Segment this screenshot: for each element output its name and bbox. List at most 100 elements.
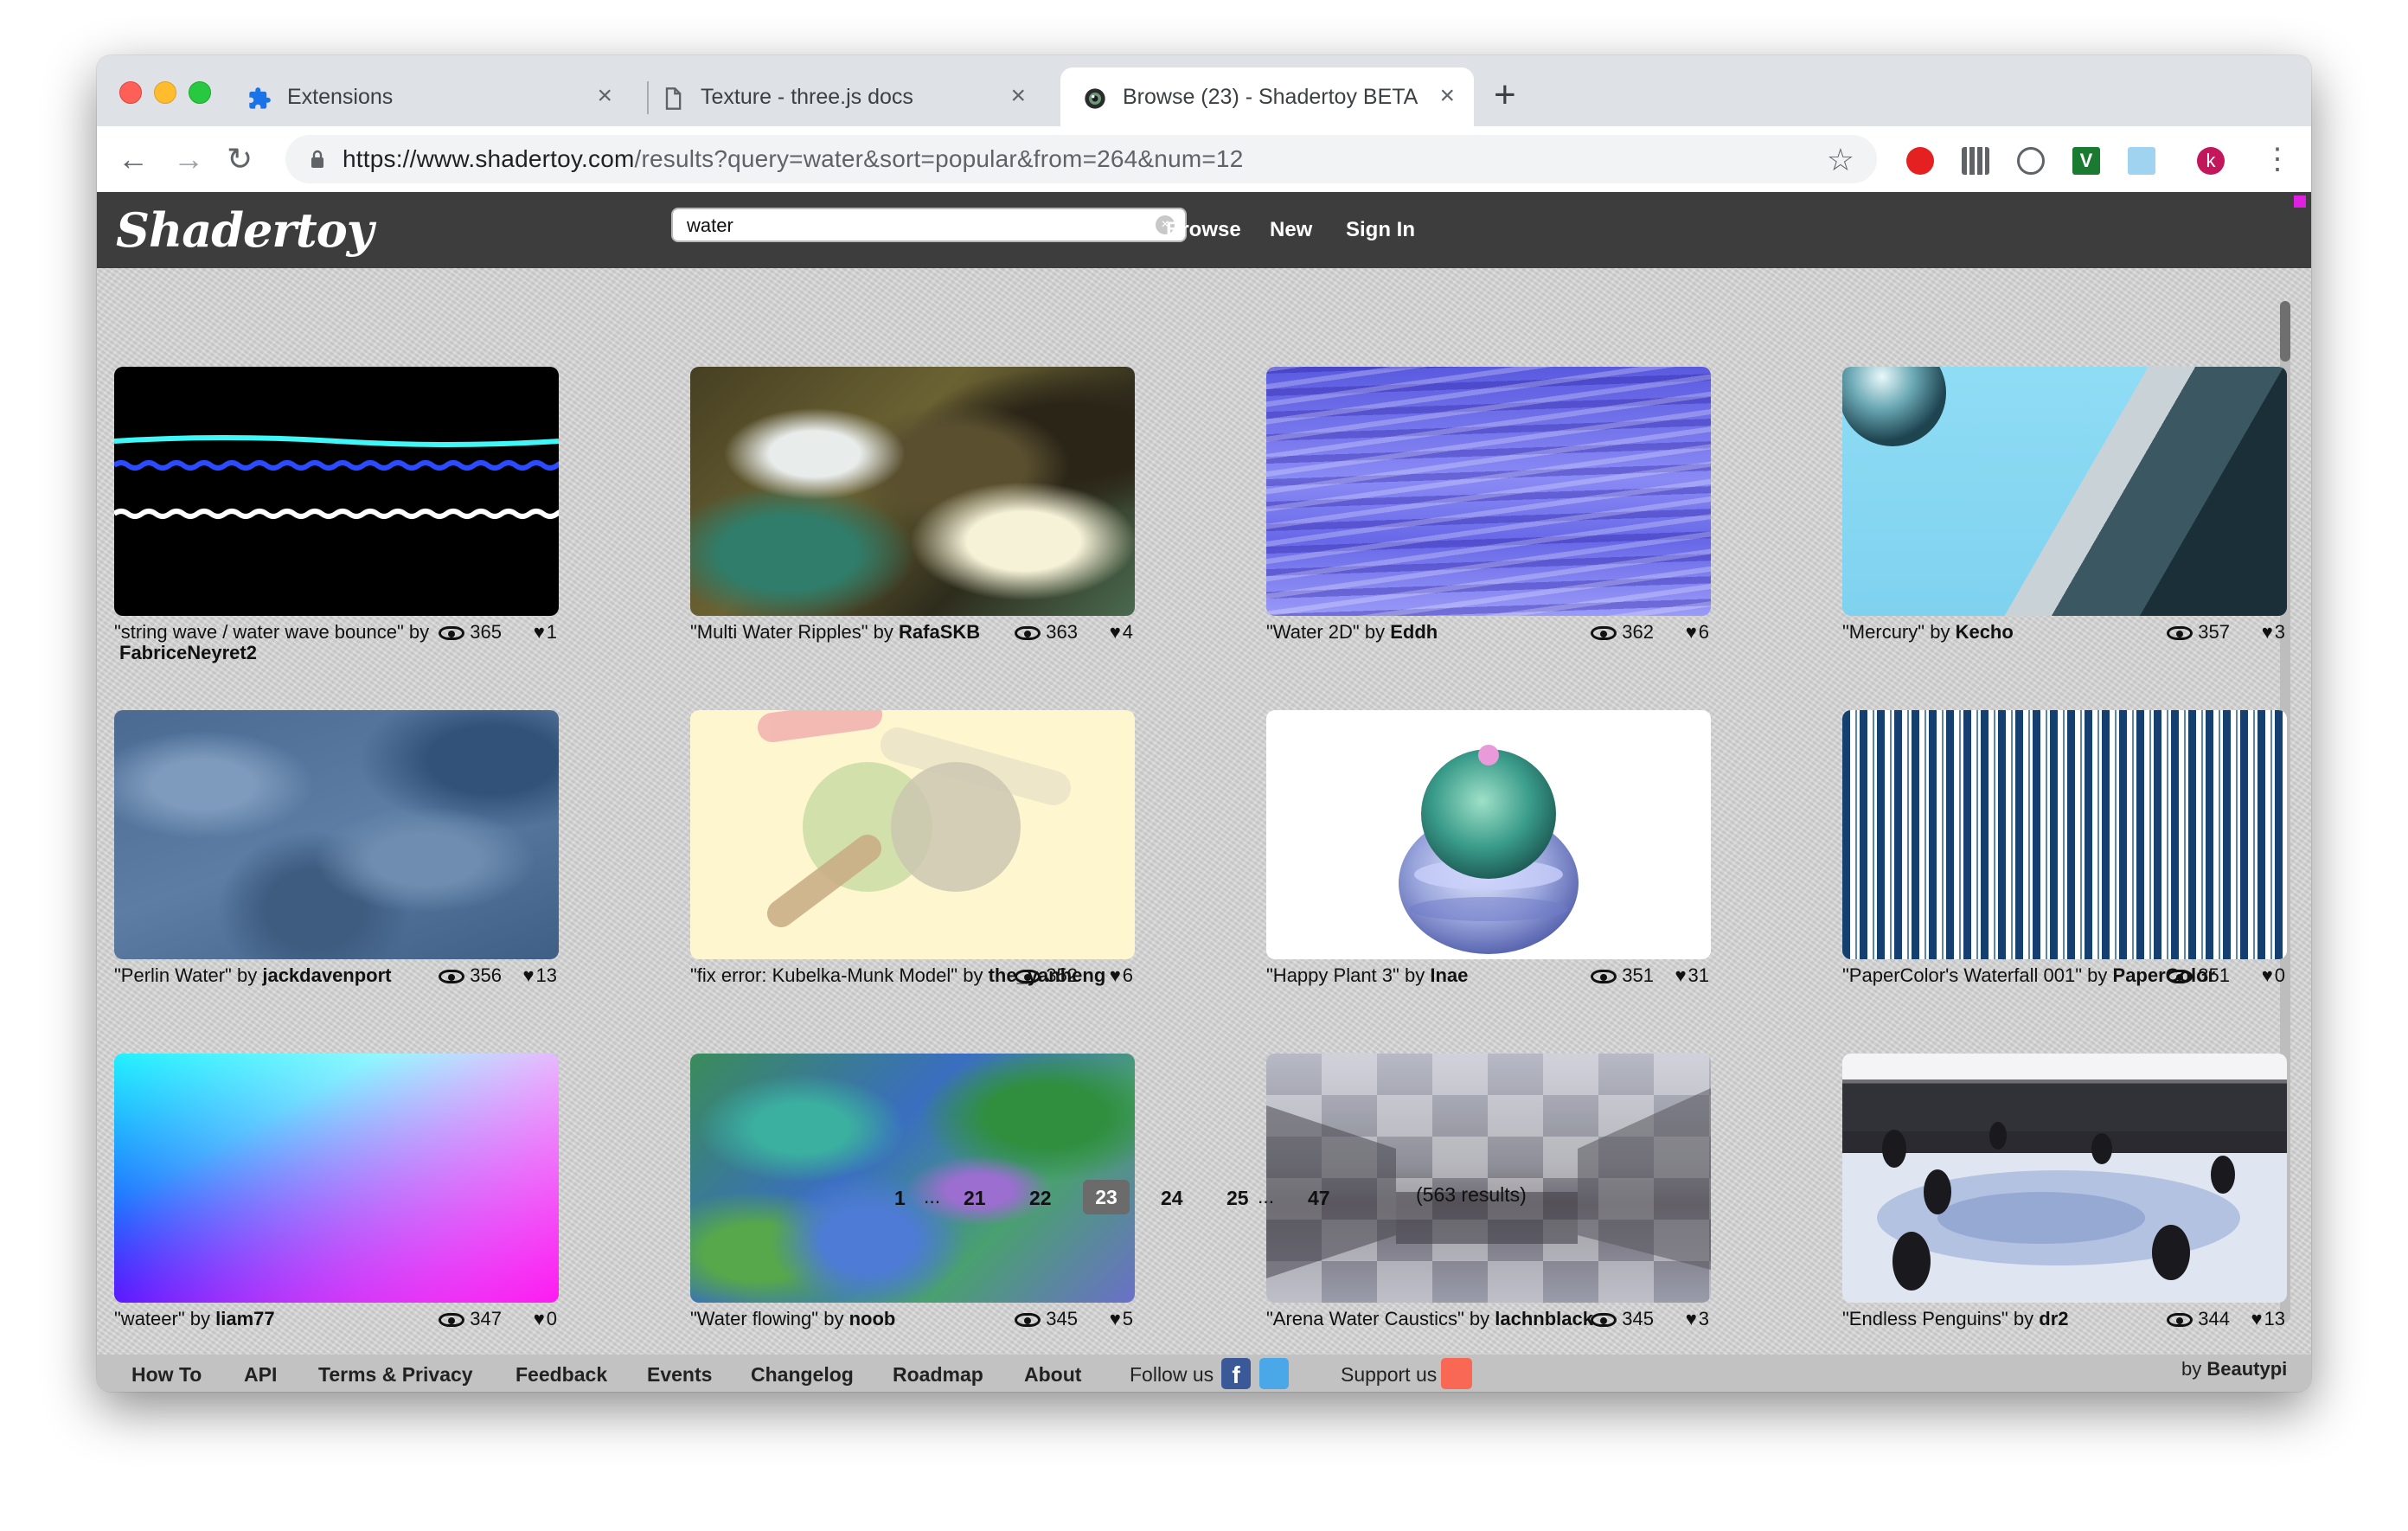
minimize-window-button[interactable]: [154, 81, 176, 104]
maximize-window-button[interactable]: [189, 81, 211, 104]
shader-title[interactable]: "Water 2D": [1266, 621, 1360, 643]
shader-title[interactable]: "string wave / water wave bounce": [114, 621, 404, 643]
shader-title[interactable]: "fix error: Kubelka-Munk Model": [690, 964, 957, 986]
shader-thumbnail[interactable]: [1842, 1054, 2287, 1303]
page-25-link[interactable]: 25: [1226, 1187, 1249, 1210]
shadertoy-logo[interactable]: Shadertoy: [116, 202, 374, 258]
shader-thumbnail[interactable]: [1266, 710, 1711, 959]
tab-extensions[interactable]: Extensions ×: [225, 67, 631, 126]
footer-api[interactable]: API: [244, 1363, 277, 1387]
code-extension-icon[interactable]: [2017, 147, 2045, 175]
close-tab-icon[interactable]: ×: [1010, 81, 1026, 111]
page-21-link[interactable]: 21: [964, 1187, 986, 1210]
footer-terms[interactable]: Terms & Privacy: [318, 1363, 473, 1387]
forward-button[interactable]: →: [173, 142, 204, 176]
patreon-icon[interactable]: [1441, 1358, 1472, 1389]
shader-thumbnail[interactable]: [114, 367, 559, 616]
footer-changelog[interactable]: Changelog: [751, 1363, 854, 1387]
page-1-link[interactable]: 1: [894, 1187, 906, 1210]
shader-author[interactable]: Eddh: [1390, 621, 1438, 643]
shader-thumbnail[interactable]: [1266, 367, 1711, 616]
new-tab-button[interactable]: +: [1494, 76, 1516, 114]
shader-author[interactable]: jackdavenport: [262, 964, 391, 986]
shader-author[interactable]: noob: [849, 1308, 896, 1329]
bookmark-star-icon[interactable]: ☆: [1827, 142, 1854, 178]
tab-threejs-docs[interactable]: Texture - three.js docs ×: [638, 67, 1045, 126]
footer-how-to[interactable]: How To: [131, 1363, 202, 1387]
vue-extension-icon[interactable]: V: [2072, 147, 2100, 175]
likes-value: 5: [1122, 1308, 1133, 1329]
shader-thumbnail[interactable]: [690, 710, 1135, 959]
search-input[interactable]: [685, 213, 1138, 239]
tab-shadertoy-browse[interactable]: Browse (23) - Shadertoy BETA ×: [1060, 67, 1474, 126]
likes-value: 6: [1698, 621, 1709, 643]
shader-info: "Multi Water Ripples" by RafaSKB 363 ♥4: [690, 621, 1135, 669]
shader-thumbnail[interactable]: [690, 1054, 1135, 1303]
nav-browse[interactable]: Browse: [1166, 218, 1241, 242]
shader-author[interactable]: lachnblack: [1495, 1308, 1593, 1329]
shader-title[interactable]: "Multi Water Ripples": [690, 621, 868, 643]
address-bar[interactable]: https://www.shadertoy.com/results?query=…: [285, 135, 1877, 183]
views-value: 347: [470, 1308, 502, 1329]
footer-roadmap[interactable]: Roadmap: [893, 1363, 983, 1387]
twitter-icon[interactable]: [1259, 1358, 1289, 1389]
footer-feedback[interactable]: Feedback: [516, 1363, 607, 1387]
shader-title[interactable]: "Water flowing": [690, 1308, 818, 1329]
footer-follow-label: Follow us: [1130, 1363, 1214, 1386]
shader-author[interactable]: dr2: [2039, 1308, 2068, 1329]
cube-extension-icon[interactable]: [2128, 147, 2155, 175]
shader-author[interactable]: FabriceNeyret2: [119, 642, 257, 664]
views-value: 345: [1622, 1308, 1654, 1329]
shader-title[interactable]: "Mercury": [1842, 621, 1924, 643]
shader-author[interactable]: Inae: [1430, 964, 1468, 986]
shader-title[interactable]: "Arena Water Caustics": [1266, 1308, 1464, 1329]
reload-button[interactable]: ↻: [227, 142, 253, 176]
nav-sign-in[interactable]: Sign In: [1346, 218, 1415, 242]
page-22-link[interactable]: 22: [1029, 1187, 1052, 1210]
shader-thumbnail[interactable]: [114, 1054, 559, 1303]
search-box: ×: [671, 208, 1187, 242]
shader-title[interactable]: "wateer": [114, 1308, 185, 1329]
page-24-link[interactable]: 24: [1161, 1187, 1183, 1210]
shader-title[interactable]: "Happy Plant 3": [1266, 964, 1399, 986]
shader-thumbnail[interactable]: [1266, 1054, 1711, 1303]
close-window-button[interactable]: [119, 81, 142, 104]
scrollbar-thumb[interactable]: [2280, 301, 2290, 362]
like-count: ♥0: [534, 1308, 557, 1330]
shader-author[interactable]: RafaSKB: [899, 621, 980, 643]
shader-author[interactable]: liam77: [215, 1308, 275, 1329]
shader-author[interactable]: Kecho: [1956, 621, 2014, 643]
shader-thumbnail[interactable]: [114, 710, 559, 959]
close-tab-icon[interactable]: ×: [597, 81, 612, 111]
shader-title[interactable]: "PaperColor's Waterfall 001": [1842, 964, 2082, 986]
views-value: 362: [1622, 621, 1654, 643]
nav-new[interactable]: New: [1270, 218, 1312, 242]
back-button[interactable]: ←: [118, 142, 149, 176]
footer-support-label: Support us: [1341, 1363, 1438, 1386]
shader-thumbnail[interactable]: [1842, 367, 2287, 616]
eye-icon: [2167, 1313, 2193, 1327]
profile-avatar[interactable]: k: [2197, 147, 2225, 175]
likes-value: 6: [1122, 964, 1133, 986]
like-count: ♥13: [522, 964, 557, 987]
close-tab-icon[interactable]: ×: [1439, 81, 1455, 111]
browser-menu-icon[interactable]: ⋮: [2263, 142, 2292, 176]
view-count: 352: [1015, 964, 1078, 987]
adblock-extension-icon[interactable]: [1906, 147, 1934, 175]
view-count: 362: [1591, 621, 1654, 644]
shader-thumbnail[interactable]: [690, 367, 1135, 616]
shader-title[interactable]: "Endless Penguins": [1842, 1308, 2008, 1329]
footer-events[interactable]: Events: [647, 1363, 712, 1387]
grid-extension-icon[interactable]: [1962, 147, 1989, 175]
like-count: ♥5: [1110, 1308, 1133, 1330]
shader-title[interactable]: "Perlin Water": [114, 964, 232, 986]
footer-credit-name[interactable]: Beautypi: [2206, 1358, 2287, 1380]
page-47-link[interactable]: 47: [1308, 1187, 1330, 1210]
footer-about[interactable]: About: [1024, 1363, 1081, 1387]
facebook-icon[interactable]: f: [1221, 1358, 1251, 1389]
by-label: by: [1930, 621, 1950, 643]
browser-toolbar: ← → ↻ https://www.shadertoy.com/results?…: [97, 126, 2311, 193]
shader-thumbnail[interactable]: [1842, 710, 2287, 959]
view-count: 345: [1591, 1308, 1654, 1330]
view-count: 356: [439, 964, 502, 987]
